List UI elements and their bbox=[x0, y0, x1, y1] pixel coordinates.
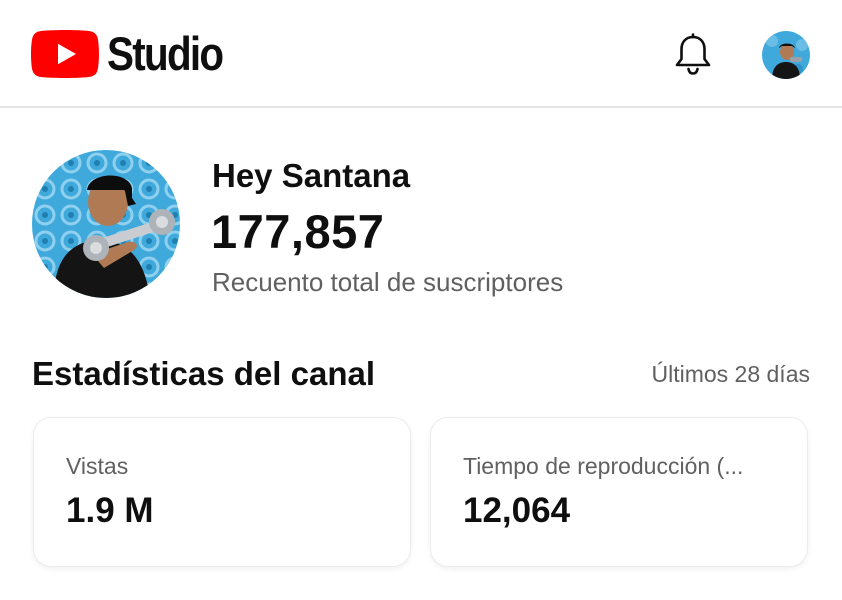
subscriber-count-label: Recuento total de suscriptores bbox=[212, 267, 564, 297]
youtube-logo-icon[interactable] bbox=[31, 30, 99, 78]
channel-stats-title: Estadísticas del canal bbox=[32, 355, 376, 392]
stat-card-label: Tiempo de reproducción (... bbox=[463, 453, 744, 479]
stat-card-label: Vistas bbox=[66, 453, 129, 479]
stat-card-value: 1.9 M bbox=[66, 491, 154, 530]
stat-card-value: 12,064 bbox=[463, 491, 571, 530]
top-app-bar: Studio bbox=[0, 0, 842, 108]
account-avatar[interactable] bbox=[762, 31, 810, 79]
avatar-image bbox=[762, 31, 810, 79]
stats-period-label: Últimos 28 días bbox=[651, 361, 810, 387]
channel-avatar-image bbox=[32, 150, 180, 298]
bell-icon[interactable] bbox=[673, 33, 713, 77]
channel-avatar[interactable] bbox=[32, 150, 180, 298]
studio-wordmark[interactable]: Studio bbox=[107, 26, 224, 82]
subscriber-count: 177,857 bbox=[211, 205, 385, 258]
watch-time-stat-card[interactable]: Tiempo de reproducción (... 12,064 bbox=[430, 417, 808, 567]
channel-name: Hey Santana bbox=[212, 157, 411, 194]
views-stat-card[interactable]: Vistas 1.9 M bbox=[33, 417, 411, 567]
